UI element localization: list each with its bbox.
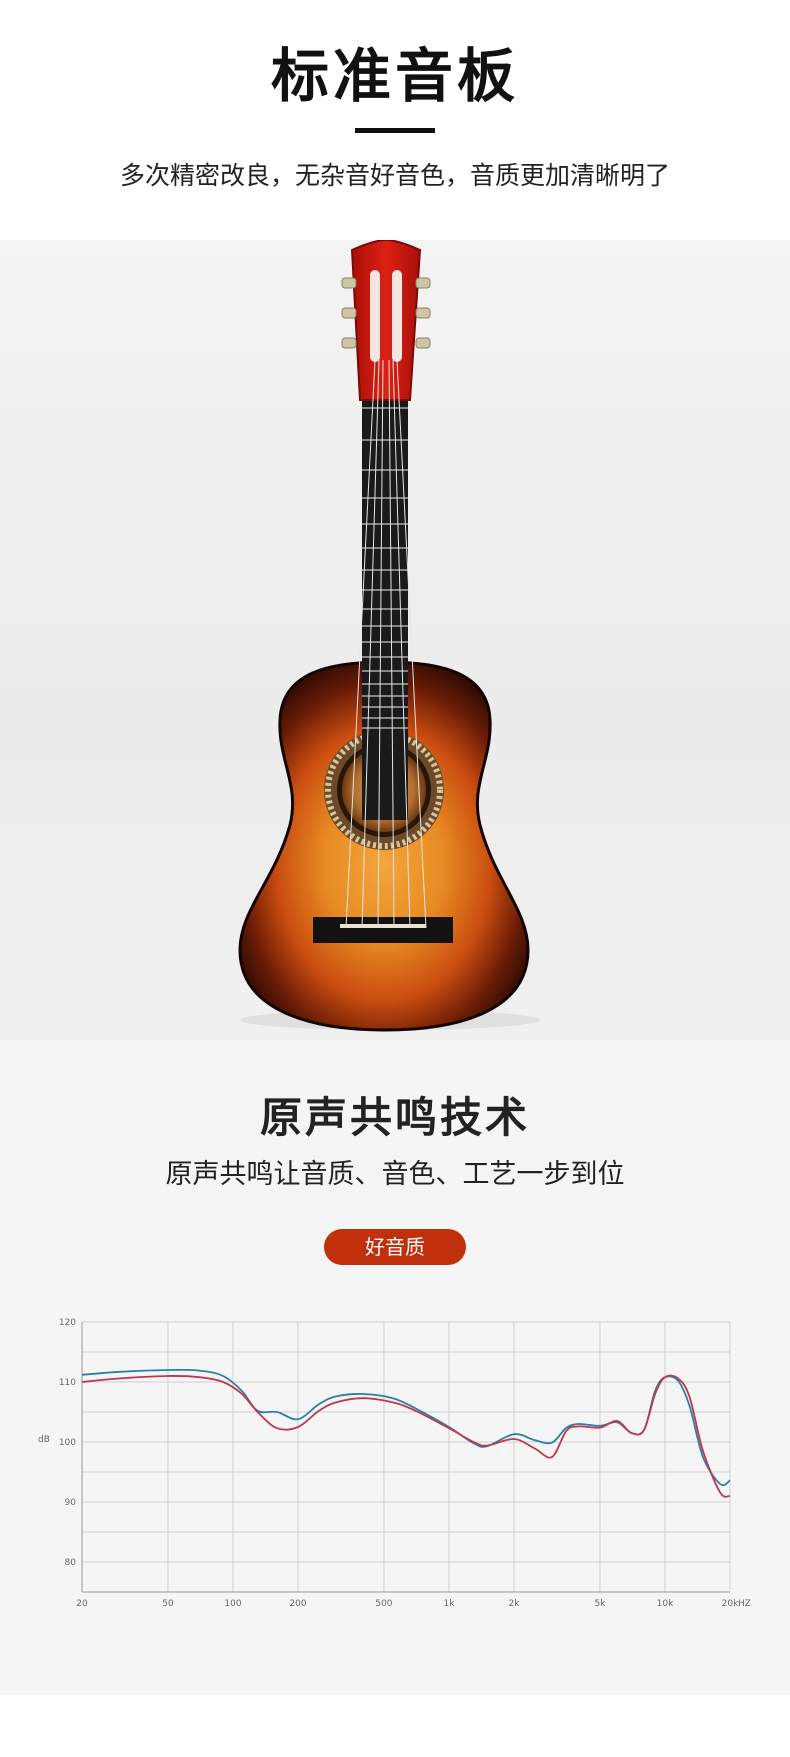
y-tick-label: 110: [59, 1378, 76, 1388]
y-tick-label: 120: [59, 1318, 76, 1328]
bridge: [313, 917, 453, 943]
title-underline: [355, 128, 435, 133]
chart-y-ticks: 120 110 100 90 80: [59, 1318, 76, 1568]
x-tick-label: 100: [224, 1599, 241, 1609]
guitar-image: [238, 240, 540, 1032]
guitar-photo: [0, 240, 790, 1040]
headstock-slot-left: [370, 270, 380, 362]
chart-grid: [81, 1321, 731, 1593]
x-tick-label: 1k: [444, 1599, 456, 1609]
headstock: [350, 240, 422, 401]
feature-subtitle: 原声共鸣让音质、音色、工艺一步到位: [165, 1159, 625, 1190]
x-tick-label: 20k: [722, 1599, 739, 1609]
footer-space: [0, 1695, 790, 1757]
page-title: 标准音板: [270, 42, 519, 110]
y-tick-label: 80: [65, 1558, 77, 1568]
feature-title: 原声共鸣技术: [259, 1093, 530, 1142]
page-subtitle: 多次精密改良，无杂音好音色，音质更加清晰明了: [119, 161, 670, 190]
series-line-2: [81, 1374, 731, 1498]
x-tick-label: 50: [162, 1599, 174, 1609]
x-tick-label: 5k: [594, 1599, 606, 1609]
chart-x-unit: HZ: [738, 1599, 751, 1609]
chart-x-ticks: 20 50 100 200 500 1k 2k 5k 10k 20k: [76, 1599, 739, 1609]
chart-y-unit: dB: [38, 1435, 50, 1445]
series-line-1: [81, 1368, 731, 1487]
x-tick-label: 20: [76, 1599, 88, 1609]
fretboard: [362, 400, 408, 820]
x-tick-label: 500: [375, 1599, 392, 1609]
y-tick-label: 100: [59, 1438, 76, 1448]
header-section: [0, 0, 790, 240]
x-tick-label: 200: [289, 1599, 306, 1609]
chart-series: [81, 1368, 731, 1498]
headstock-slot-right: [392, 270, 402, 362]
x-tick-label: 2k: [509, 1599, 521, 1609]
frequency-response-chart: 1201101009080 20 50 100 200 500 1k 2k 5k 10k 20k …: [38, 1318, 751, 1609]
y-tick-label: 90: [65, 1498, 77, 1508]
quality-badge: 好音质: [324, 1229, 466, 1265]
x-tick-label: 10k: [657, 1599, 674, 1609]
